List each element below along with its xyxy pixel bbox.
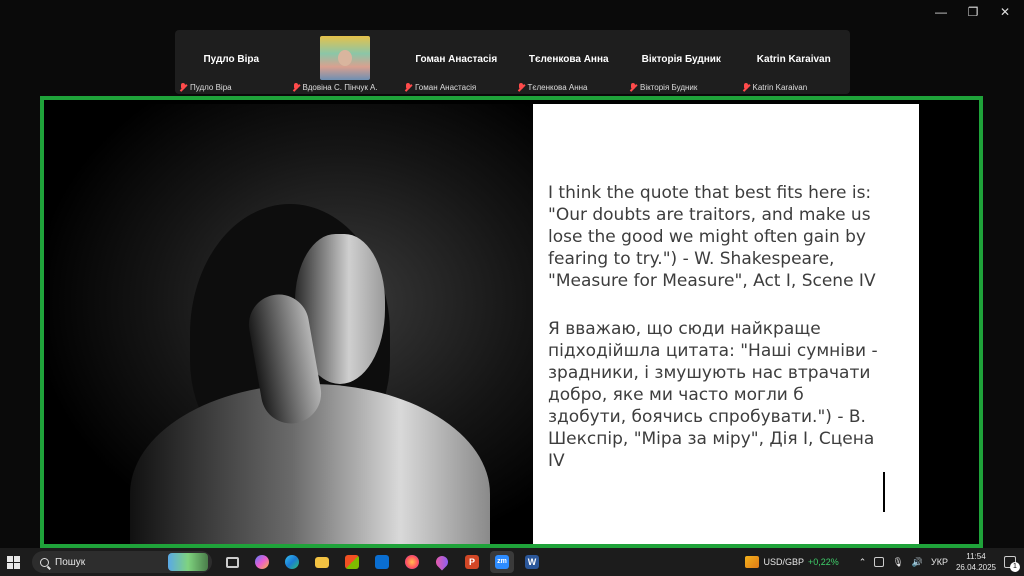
restore-button[interactable]: ❐ [962,4,984,20]
participant-name: Тєленкова Анна [528,54,609,65]
participant-label: Гоман Анастасія [404,83,476,92]
participant-tile[interactable]: Katrin Karaivan Katrin Karaivan [738,30,851,94]
stock-widget[interactable]: USD/GBP +0,22% [745,556,839,568]
pinned-apps: P zm W [220,551,544,573]
participant-label: Katrin Karaivan [742,83,807,92]
mic-muted-icon [179,83,187,92]
stock-widget-icon [745,556,760,568]
english-quote-text: I think the quote that best fits here is… [548,183,876,291]
shared-slide: I think the quote that best fits here is… [50,104,973,544]
participant-tile[interactable]: Вдовіна С. Пінчук А. [288,30,401,94]
participant-tile[interactable]: Пудло Віра Пудло Віра [175,30,288,94]
participant-label: Пудло Віра [179,83,232,92]
file-explorer-icon[interactable] [310,551,334,573]
microphone-icon[interactable]: 🎙 [892,557,903,568]
participant-name: Гоман Анастасія [415,54,498,65]
participant-label: Тєленкова Анна [517,83,588,92]
network-icon[interactable] [874,557,885,567]
outlook-icon[interactable] [370,551,394,573]
participant-tile[interactable]: Тєленкова Анна Тєленкова Анна [513,30,626,94]
task-view-icon[interactable] [220,551,244,573]
clock[interactable]: 11:54 26.04.2025 [956,551,996,573]
participant-label: Вікторія Будник [629,83,697,92]
search-highlight-image [168,553,208,571]
mic-muted-icon [629,83,637,92]
slide-text-panel: I think the quote that best fits here is… [533,104,919,544]
search-placeholder: Пошук [55,556,86,568]
chevron-up-icon[interactable]: ⌃ [859,557,867,568]
stock-change: +0,22% [808,557,839,567]
taskbar-search[interactable]: Пошук [32,551,212,573]
close-button[interactable]: ✕ [994,4,1016,20]
maps-icon[interactable] [430,551,454,573]
participant-name: Пудло Віра [203,54,260,65]
zoom-icon[interactable]: zm [490,551,514,573]
start-button[interactable] [0,548,26,576]
mic-muted-icon [742,83,750,92]
participant-tile[interactable]: Гоман Анастасія Гоман Анастасія [400,30,513,94]
slide-photo [50,104,533,544]
taskbar: Пошук P zm W USD/GBP +0,22% ⌃ 🎙 🔊 УКР 11… [0,548,1024,576]
participant-name: Вікторія Будник [641,54,721,65]
participant-tile[interactable]: Вікторія Будник Вікторія Будник [625,30,738,94]
stock-symbol: USD/GBP [763,557,804,567]
window-controls: — ❐ ✕ [930,4,1016,20]
notification-icon[interactable]: 1 [1004,556,1020,572]
clock-date: 26.04.2025 [955,563,996,572]
edge-icon[interactable] [280,551,304,573]
participant-name: Katrin Karaivan [756,54,831,65]
screen-share-frame[interactable]: I think the quote that best fits here is… [40,96,983,548]
powerpoint-icon[interactable]: P [460,551,484,573]
participant-label: Вдовіна С. Пінчук А. [292,83,378,92]
windows-logo-icon [6,555,20,569]
text-cursor [883,472,885,512]
zoom-window: — ❐ ✕ Пудло Віра Пудло Віра Вдовіна С. П… [0,0,1024,548]
mic-muted-icon [404,83,412,92]
participant-strip: Пудло Віра Пудло Віра Вдовіна С. Пінчук … [175,30,850,94]
language-indicator[interactable]: УКР [931,557,948,567]
volume-icon[interactable]: 🔊 [912,557,923,568]
word-icon[interactable]: W [520,551,544,573]
mic-muted-icon [292,83,300,92]
notification-count: 1 [1010,562,1020,572]
participant-video [319,36,370,80]
search-icon [40,557,49,567]
mic-muted-icon [517,83,525,92]
firefox-icon[interactable] [400,551,424,573]
system-tray: USD/GBP +0,22% ⌃ 🎙 🔊 УКР 11:54 26.04.202… [745,548,1024,576]
store-icon[interactable] [340,551,364,573]
copilot-icon[interactable] [250,551,274,573]
minimize-button[interactable]: — [930,4,952,20]
clock-time: 11:54 [966,552,986,561]
ukrainian-quote-text: Я вважаю, що сюди найкраще підходійшла ц… [548,319,878,471]
